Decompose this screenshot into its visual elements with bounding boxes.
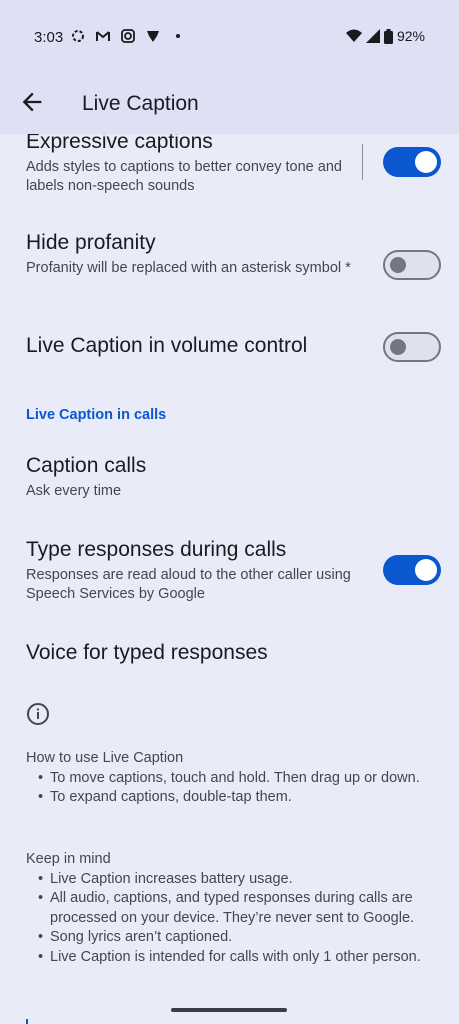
sync-icon — [72, 30, 84, 42]
status-bar: 3:03 92% — [0, 0, 459, 72]
page-title: Live Caption — [82, 92, 199, 115]
system-icons: 92% — [345, 28, 425, 44]
list-item: To move captions, touch and hold. Then d… — [38, 769, 446, 789]
toggle-knob — [390, 257, 406, 273]
setting-caption-calls[interactable]: Caption calls Ask every time — [26, 454, 446, 501]
how-to-use-list: To move captions, touch and hold. Then d… — [26, 769, 446, 808]
info-icon — [27, 703, 49, 725]
keep-in-mind-block: Keep in mind Live Caption increases batt… — [26, 850, 446, 967]
status-time: 3:03 — [34, 29, 64, 46]
setting-hide-profanity[interactable]: Hide profanity Profanity will be replace… — [26, 231, 446, 278]
toggle-knob — [390, 339, 406, 355]
battery-percent: 92% — [396, 28, 425, 44]
keep-in-mind-title: Keep in mind — [26, 851, 111, 867]
how-to-use-title: How to use Live Caption — [26, 750, 184, 766]
battery-icon — [383, 28, 393, 44]
setting-title: Voice for typed responses — [26, 641, 268, 664]
setting-title: Type responses during calls — [26, 538, 287, 561]
gmail-icon — [96, 31, 110, 41]
partial-link — [26, 1019, 28, 1024]
arrow-back-icon[interactable] — [18, 88, 46, 116]
setting-title: Hide profanity — [26, 231, 156, 254]
setting-subtitle: Responses are read aloud to the other ca… — [26, 567, 351, 602]
hide-profanity-toggle[interactable] — [383, 250, 441, 280]
toggle-knob — [415, 559, 437, 581]
gesture-nav-bar[interactable] — [171, 1008, 287, 1012]
toggle-knob — [415, 151, 437, 173]
type-responses-toggle[interactable] — [383, 555, 441, 585]
keep-in-mind-list: Live Caption increases battery usage. Al… — [26, 870, 446, 968]
setting-title: Expressive captions — [26, 134, 213, 153]
signal-icon — [365, 29, 380, 43]
list-item: Live Caption is intended for calls with … — [38, 948, 446, 968]
how-to-use-block: How to use Live Caption To move captions… — [26, 749, 446, 808]
list-item: Song lyrics aren’t captioned. — [38, 928, 446, 948]
list-item: Live Caption increases battery usage. — [38, 870, 446, 890]
dot-icon — [176, 34, 180, 38]
divider — [362, 144, 363, 180]
notification-icons — [70, 28, 186, 44]
app-bar: Live Caption — [0, 72, 459, 134]
setting-title: Caption calls — [26, 454, 147, 477]
setting-subtitle: Adds styles to captions to better convey… — [26, 159, 342, 194]
setting-subtitle: Ask every time — [26, 483, 122, 499]
volume-control-toggle[interactable] — [383, 332, 441, 362]
list-item: All audio, captions, and typed responses… — [38, 889, 446, 928]
settings-list[interactable]: Expressive captions Adds styles to capti… — [0, 134, 459, 1024]
wifi-icon — [345, 29, 362, 42]
expressive-captions-toggle[interactable] — [383, 147, 441, 177]
setting-subtitle: Profanity will be replaced with an aster… — [26, 260, 351, 276]
list-item: To expand captions, double-tap them. — [38, 788, 446, 808]
shield-app-icon — [147, 31, 159, 42]
instagram-icon — [121, 29, 135, 43]
section-header-calls: Live Caption in calls — [26, 407, 167, 423]
setting-voice-typed-responses[interactable]: Voice for typed responses — [26, 641, 446, 665]
